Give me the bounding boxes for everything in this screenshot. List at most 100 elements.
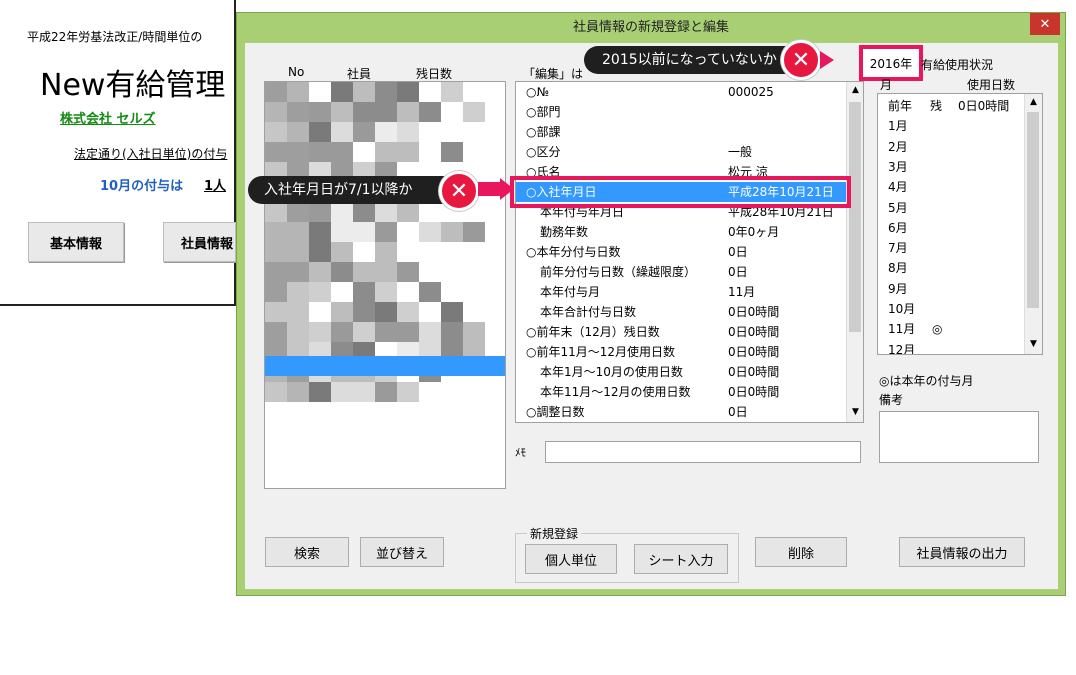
usage-list-scrollbar[interactable]: ▲ ▼ bbox=[1024, 94, 1042, 354]
field-value: 0日 bbox=[728, 265, 748, 279]
blurred-cell bbox=[265, 102, 287, 122]
scroll-up-icon[interactable]: ▲ bbox=[847, 82, 863, 98]
field-row[interactable]: 本年11月～12月の使用日数 0日0時間 bbox=[516, 382, 846, 402]
blurred-cell bbox=[419, 382, 441, 402]
basic-info-button[interactable]: 基本情報 bbox=[28, 222, 124, 262]
blurred-cell bbox=[265, 382, 287, 402]
blurred-cell bbox=[353, 122, 375, 142]
blurred-cell bbox=[375, 242, 397, 262]
blurred-cell bbox=[331, 282, 353, 302]
usage-row[interactable]: 3月 bbox=[888, 157, 1024, 177]
delete-button[interactable]: 削除 bbox=[755, 537, 847, 567]
usage-row[interactable]: 9月 bbox=[888, 279, 1024, 299]
field-label: 勤務年数 bbox=[540, 225, 589, 239]
field-row[interactable]: 前年分付与日数（繰越限度） 0日 bbox=[516, 262, 846, 282]
close-button[interactable]: ✕ bbox=[1030, 13, 1060, 35]
blurred-cell bbox=[309, 102, 331, 122]
individual-button[interactable]: 個人単位 bbox=[525, 544, 617, 574]
employee-info-button[interactable]: 社員情報 bbox=[163, 222, 236, 262]
usage-scroll-thumb[interactable] bbox=[1027, 112, 1039, 308]
scroll-thumb[interactable] bbox=[849, 102, 861, 332]
hire-warning-icon: ✕ bbox=[439, 171, 479, 211]
usage-month: 7月 bbox=[888, 241, 908, 256]
field-row[interactable]: ○№ 000025 bbox=[516, 82, 846, 102]
sheet-input-button[interactable]: シート入力 bbox=[634, 544, 728, 574]
usage-scroll-down-icon[interactable]: ▼ bbox=[1025, 336, 1042, 352]
blurred-cell bbox=[397, 282, 419, 302]
usage-row[interactable]: 1月 bbox=[888, 116, 1024, 136]
usage-row[interactable]: 8月 bbox=[888, 258, 1024, 278]
company-link[interactable]: 株式会社 セルズ bbox=[60, 108, 156, 127]
blurred-cell bbox=[397, 322, 419, 342]
blurred-cell bbox=[287, 122, 309, 142]
field-row[interactable]: ○前年末（12月）残日数 0日0時間 bbox=[516, 322, 846, 342]
blurred-cell bbox=[375, 142, 397, 162]
hire-arrow-icon bbox=[500, 178, 514, 200]
usage-row[interactable]: 2月 bbox=[888, 137, 1024, 157]
export-employee-button[interactable]: 社員情報の出力 bbox=[899, 537, 1025, 567]
selected-employee-row[interactable] bbox=[265, 356, 505, 376]
blurred-cell bbox=[309, 142, 331, 162]
search-button[interactable]: 検索 bbox=[265, 537, 349, 567]
field-label: 前年分付与日数（繰越限度） bbox=[540, 265, 697, 279]
field-list-scrollbar[interactable]: ▲ ▼ bbox=[846, 82, 863, 422]
field-row[interactable]: 本年合計付与日数 0日0時間 bbox=[516, 302, 846, 322]
usage-col-used: 使用日数 bbox=[967, 78, 1016, 92]
usage-month: 9月 bbox=[888, 281, 908, 296]
field-row[interactable]: 本年1月～10月の使用日数 0日0時間 bbox=[516, 362, 846, 382]
field-value: 0日0時間 bbox=[728, 305, 780, 319]
memo-input[interactable] bbox=[545, 441, 861, 463]
blurred-cell bbox=[463, 102, 485, 122]
blurred-cell bbox=[309, 302, 331, 322]
dialog-title: 社員情報の新規登録と編集 bbox=[572, 20, 729, 35]
field-row[interactable]: ○部課 bbox=[516, 122, 846, 142]
field-row[interactable]: ○本年分付与日数 0日 bbox=[516, 242, 846, 262]
blurred-cell bbox=[309, 122, 331, 142]
blurred-cell bbox=[265, 262, 287, 282]
blurred-cell bbox=[375, 122, 397, 142]
blurred-cell bbox=[441, 222, 463, 242]
blurred-cell bbox=[309, 322, 331, 342]
usage-row[interactable]: 前年 残 0日0時間 bbox=[888, 96, 1024, 116]
usage-list[interactable]: 前年 残 0日0時間 1月 2月 3月 4月 5月 6月 7月 8月 9月 10月 11月 ◎ 12月 ▲ ▼ bbox=[877, 93, 1043, 355]
blurred-cell bbox=[353, 242, 375, 262]
year-warning-icon: ✕ bbox=[781, 40, 821, 80]
field-row[interactable]: 本年付与月 11月 bbox=[516, 282, 846, 302]
dialog-titlebar[interactable]: 社員情報の新規登録と編集 ✕ bbox=[237, 13, 1065, 43]
field-list[interactable]: ○№ 000025 ○部門 ○部課 ○区分 一般 ○氏名 松元 涼 ○入社年月日 平成28年10月… bbox=[515, 81, 864, 423]
field-label: ○前年11月～12月使用日数 bbox=[526, 345, 676, 359]
blurred-cell bbox=[309, 222, 331, 242]
blurred-cell bbox=[397, 142, 419, 162]
field-label: ○区分 bbox=[526, 145, 561, 159]
usage-row[interactable]: 6月 bbox=[888, 218, 1024, 238]
usage-row[interactable]: 11月 ◎ bbox=[888, 319, 1024, 339]
field-row[interactable]: ○調整日数 0日 bbox=[516, 402, 846, 422]
employee-list[interactable] bbox=[264, 81, 506, 489]
hire-date-highlight bbox=[510, 176, 851, 208]
field-row[interactable]: ○区分 一般 bbox=[516, 142, 846, 162]
blurred-cell bbox=[397, 82, 419, 102]
blurred-cell bbox=[353, 142, 375, 162]
usage-row[interactable]: 7月 bbox=[888, 238, 1024, 258]
field-row[interactable]: 勤務年数 0年0ヶ月 bbox=[516, 222, 846, 242]
blurred-cell bbox=[463, 262, 485, 282]
usage-row[interactable]: 5月 bbox=[888, 198, 1024, 218]
blurred-cell bbox=[419, 322, 441, 342]
field-label: ○調整日数 bbox=[526, 405, 585, 419]
usage-scroll-up-icon[interactable]: ▲ bbox=[1025, 94, 1042, 110]
blurred-cell bbox=[463, 302, 485, 322]
usage-row[interactable]: 4月 bbox=[888, 177, 1024, 197]
blurred-cell bbox=[375, 262, 397, 282]
remarks-input[interactable] bbox=[879, 411, 1039, 463]
blurred-cell bbox=[265, 122, 287, 142]
scroll-down-icon[interactable]: ▼ bbox=[847, 404, 863, 420]
field-value: 0日0時間 bbox=[728, 345, 780, 359]
field-label: ○前年末（12月）残日数 bbox=[526, 325, 660, 339]
usage-month: 3月 bbox=[888, 159, 908, 174]
usage-row[interactable]: 12月 bbox=[888, 340, 1024, 354]
field-row[interactable]: ○部門 bbox=[516, 102, 846, 122]
sort-button[interactable]: 並び替え bbox=[360, 537, 444, 567]
field-row[interactable]: ○前年11月～12月使用日数 0日0時間 bbox=[516, 342, 846, 362]
usage-month: 8月 bbox=[888, 261, 908, 276]
usage-row[interactable]: 10月 bbox=[888, 299, 1024, 319]
